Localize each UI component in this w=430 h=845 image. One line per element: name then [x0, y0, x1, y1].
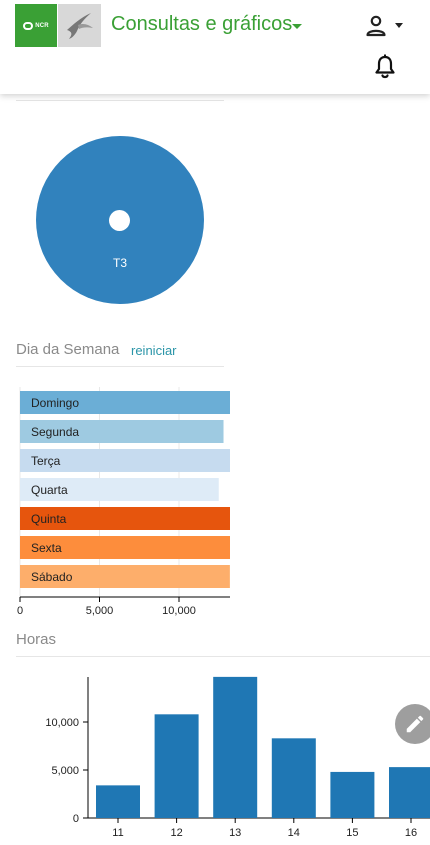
hour-bar-14[interactable]	[271, 738, 316, 818]
hour-bar-11[interactable]	[96, 785, 140, 818]
weekday-reset-link[interactable]: reiniciar	[131, 343, 177, 358]
x-tick-label: 5,000	[86, 605, 114, 617]
x-tick-label: 0	[17, 605, 23, 617]
x-tick-label: 16	[405, 827, 417, 839]
edit-fab-button[interactable]	[395, 704, 430, 744]
logo-text: NCR	[35, 22, 49, 29]
y-tick-label: 5,000	[51, 765, 79, 777]
row-bar-label: Quarta	[31, 483, 68, 497]
row-bar-label: Sexta	[31, 541, 62, 555]
hour-bar-16[interactable]	[389, 767, 430, 818]
app-header: NCR Consultas e gráficos	[0, 0, 430, 94]
x-tick-label: 13	[229, 827, 241, 839]
hours-bar-chart: 0 5,000 10,000 11 12 13 14 15 16	[45, 676, 430, 839]
x-tick-label: 12	[170, 827, 182, 839]
notifications-button[interactable]	[373, 54, 397, 80]
x-tick-label: 11	[112, 827, 123, 839]
page-title-dropdown[interactable]: Consultas e gráficos	[111, 13, 292, 36]
user-caret-icon[interactable]	[395, 23, 403, 28]
row-bar-label: Sábado	[31, 570, 73, 584]
weekday-section-title: Dia da Semana	[16, 341, 120, 358]
ncr-logo[interactable]: NCR	[15, 4, 57, 47]
pie-slice-label: T3	[112, 256, 127, 270]
section-divider	[16, 366, 224, 367]
x-tick-label: 14	[288, 827, 300, 839]
section-divider	[16, 100, 224, 101]
caret-down-icon[interactable]	[292, 24, 302, 29]
row-bar-label: Domingo	[31, 396, 79, 410]
section-divider	[16, 656, 430, 657]
logo-ring-icon	[23, 21, 34, 30]
pie-center-hole	[109, 210, 130, 231]
y-tick-label: 10,000	[45, 717, 79, 729]
hour-bar-13[interactable]	[213, 676, 258, 818]
hours-section-title: Horas	[16, 631, 57, 648]
row-bar-label: Terça	[31, 454, 61, 468]
bird-logo-icon	[67, 13, 93, 39]
x-tick-label: 15	[346, 827, 358, 839]
bell-icon	[375, 54, 395, 79]
hour-bar-15[interactable]	[330, 771, 375, 818]
row-bar-label: Segunda	[31, 425, 79, 439]
hour-bar-12[interactable]	[154, 714, 199, 818]
row-bar-label: Quinta	[31, 512, 67, 526]
user-icon	[366, 15, 386, 37]
y-tick-label: 0	[73, 813, 79, 825]
x-tick-label: 10,000	[162, 605, 196, 617]
pencil-icon	[406, 715, 424, 733]
weekday-row-chart: Domingo Segunda Terça Quarta Quinta Sexta Sába…	[17, 387, 230, 617]
brand-logo[interactable]	[58, 4, 101, 47]
